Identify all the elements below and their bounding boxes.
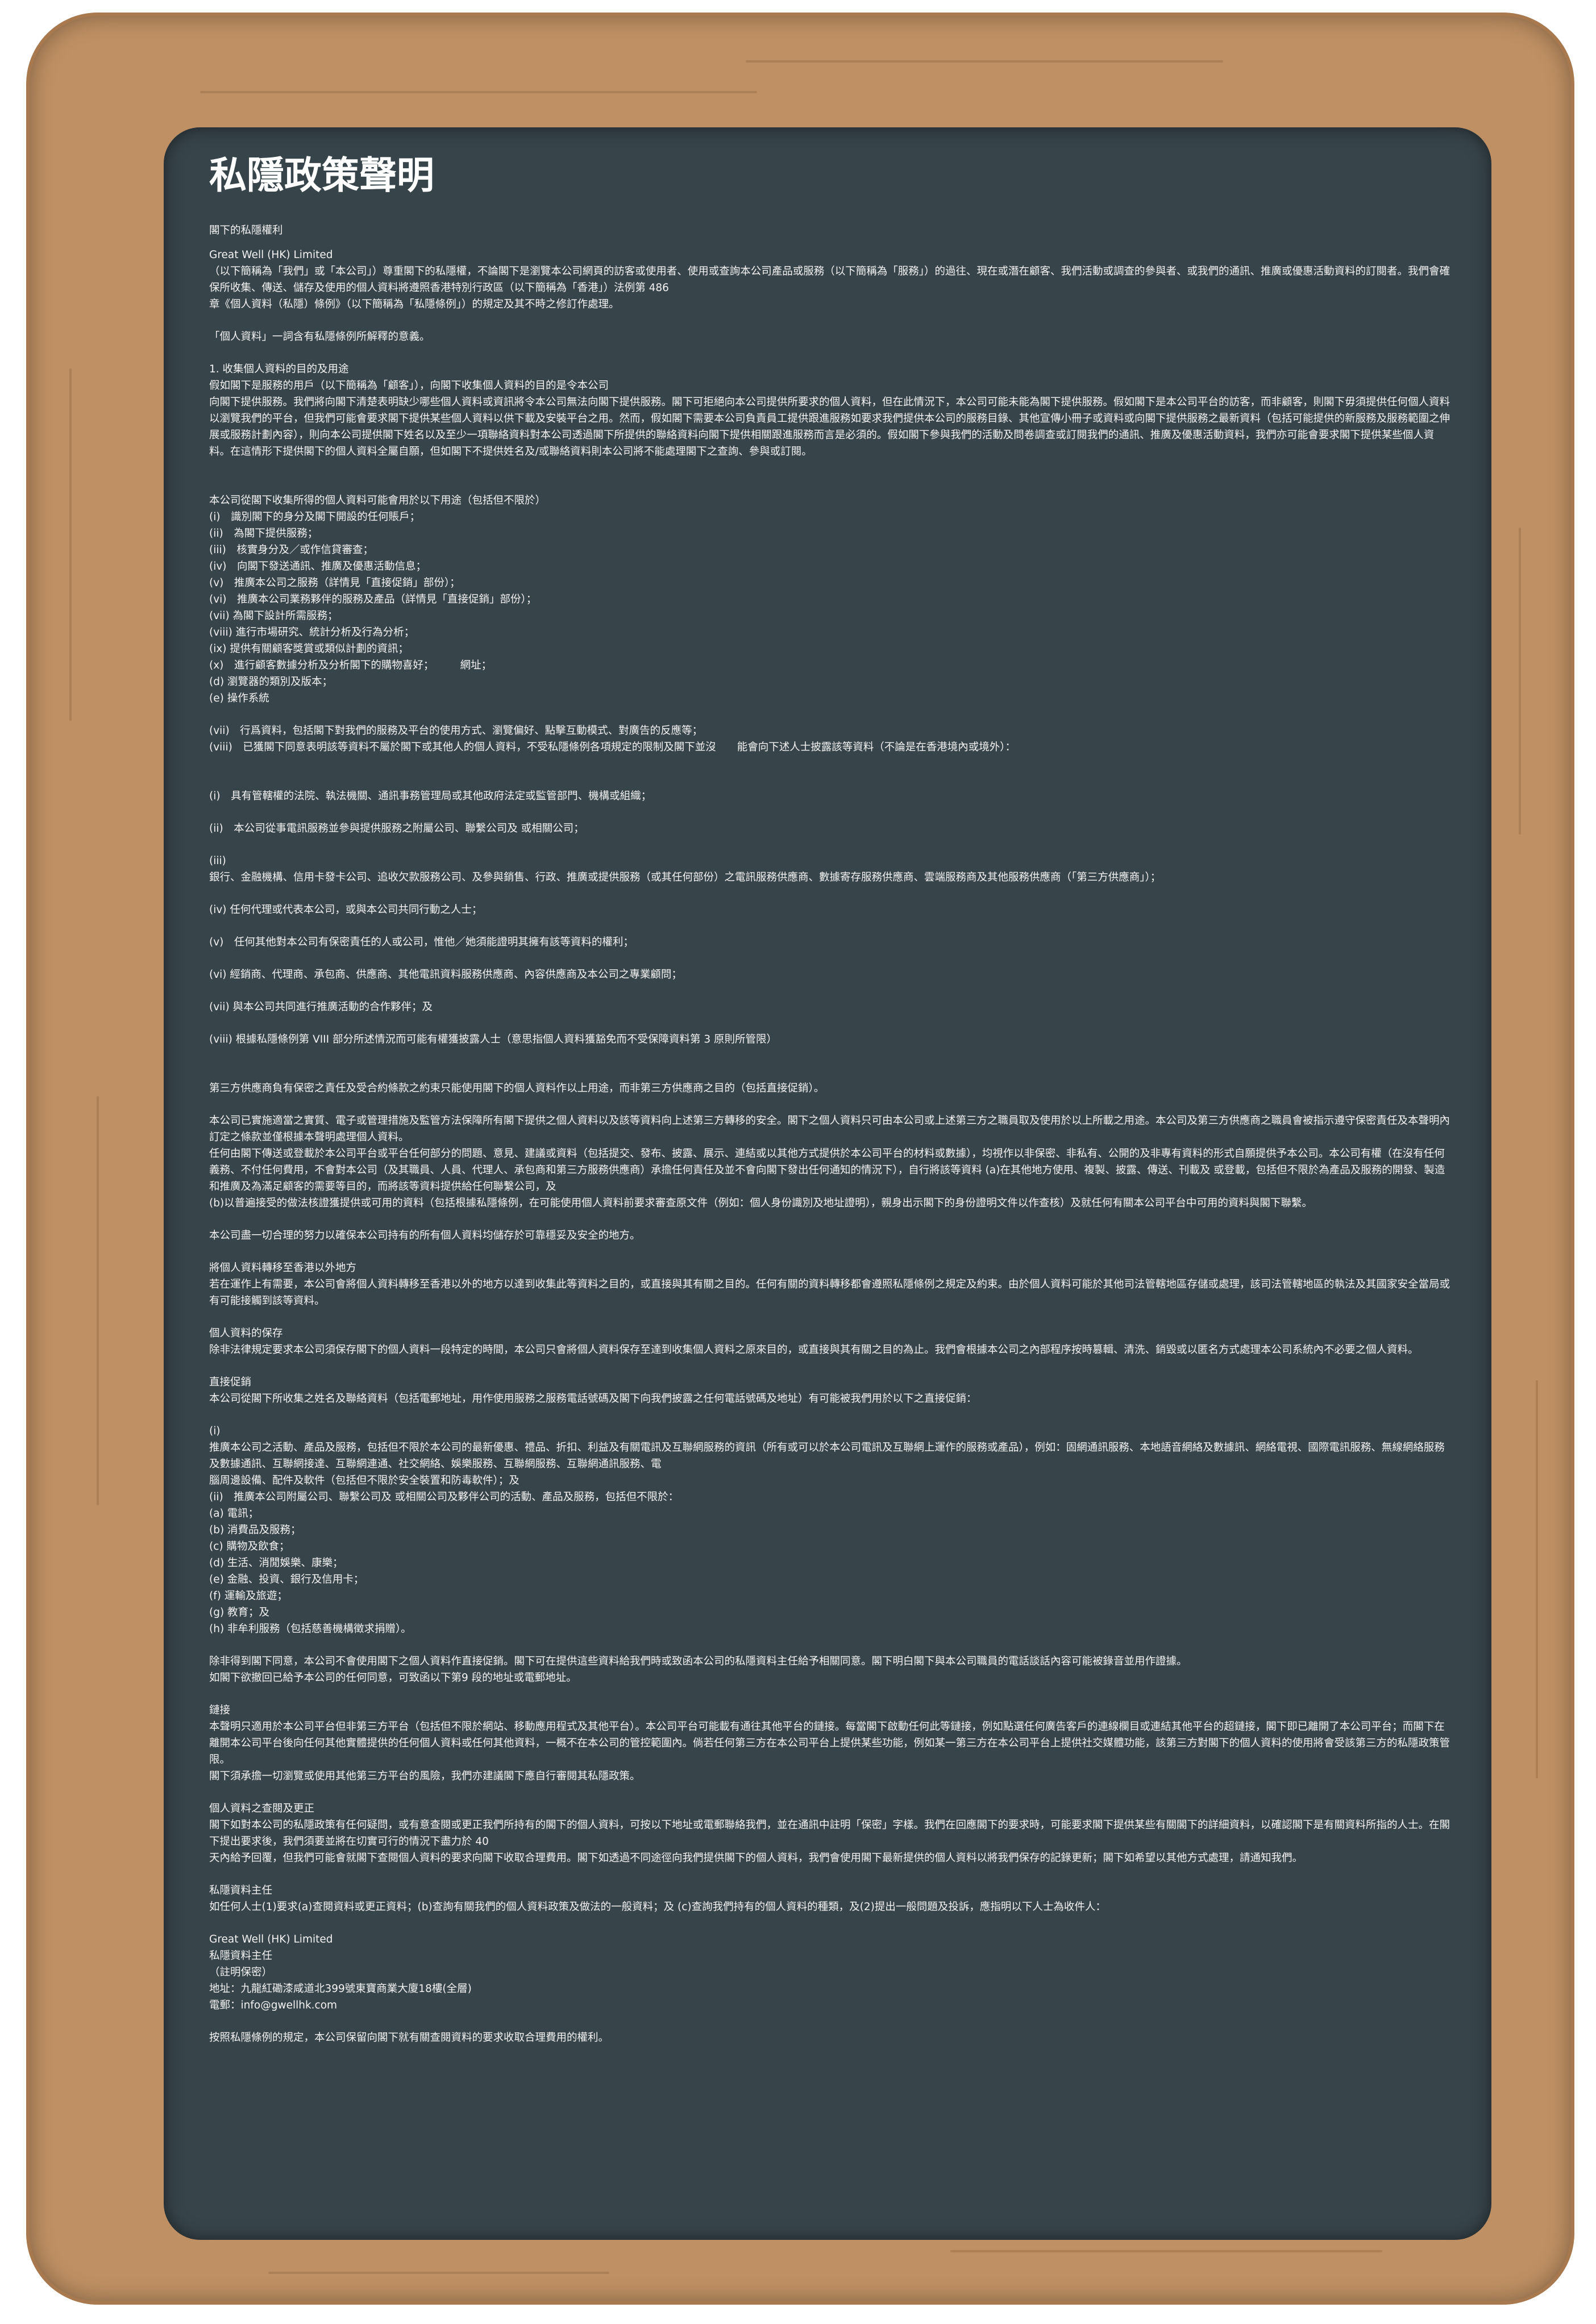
paragraph: 直接促銷 本公司從閣下所收集之姓名及聯絡資料（包括電郵地址，用作使用服務之服務電…: [209, 1376, 977, 1405]
paragraph: (v) 任何其他對本公司有保密責任的人或公司，惟他／她須能證明其擁有該等資料的權…: [209, 936, 634, 948]
policy-content: 私隱政策聲明 閣下的私隱權利 Great Well (HK) Limited （…: [209, 152, 1453, 2062]
paragraph: (vii) 行爲資料，包括閣下對我們的服務及平台的使用方式、瀏覽偏好、點擊互動模…: [209, 724, 1016, 753]
paragraph: (i) 具有管轄權的法院、執法機關、通訊事務管理局或其他政府法定或監管部門、機構…: [209, 790, 652, 802]
paragraph: (iv) 任何代理或代表本公司，或與本公司共同行動之人士；: [209, 903, 483, 916]
paragraph: 閣下的私隱權利: [209, 224, 283, 236]
paragraph: 按照私隱條例的規定，本公司保留向閣下就有關查閱資料的要求收取合理費用的權利。: [209, 2031, 609, 2044]
paragraph: 「個人資料」一詞含有私隱條例所解釋的意義。: [209, 330, 430, 343]
paragraph: (vii) 與本公司共同進行推廣活動的合作夥伴；及: [209, 1001, 433, 1013]
paragraph: Great Well (HK) Limited 私隱資料主任 （註明保密） 地址…: [209, 1933, 472, 2011]
paragraph: (ii) 本公司從事電訊服務並參與提供服務之附屬公司、聯繫公司及 或相關公司；: [209, 822, 584, 835]
paragraph: 鏈接 本聲明只適用於本公司平台但非第三方平台（包括但不限於網站、移動應用程式及其…: [209, 1704, 1450, 1782]
paragraph: (viii) 根據私隱條例第 VIII 部分所述情況而可能有權獲披露人士（意思指…: [209, 1033, 778, 1045]
paragraph: (iii) 銀行、金融機構、信用卡發卡公司、追收欠款服務公司、及參與銷售、行政、…: [209, 854, 1161, 883]
wooden-frame: 私隱政策聲明 閣下的私隱權利 Great Well (HK) Limited （…: [30, 16, 1571, 2301]
paragraph: 個人資料的保存 除非法律規定要求本公司須保存閣下的個人資料一段特定的時間，本公司…: [209, 1327, 1419, 1356]
paragraph: (vi) 經銷商、代理商、承包商、供應商、其他電訊資料服務供應商、內容供應商及本…: [209, 968, 682, 981]
paragraph: 1. 收集個人資料的目的及用途 假如閣下是服務的用戶（以下簡稱為「顧客」），向閣…: [209, 363, 1450, 458]
paragraph: 將個人資料轉移至香港以外地方 若在運作上有需要，本公司會將個人資料轉移至香港以外…: [209, 1261, 1450, 1307]
paragraph: 個人資料之查閱及更正 閣下如對本公司的私隱政策有任何疑問，或有意查閱或更正我們所…: [209, 1802, 1450, 1864]
paragraph: 私隱資料主任 如任何人士(1)要求(a)查閱資料或更正資料；(b)查詢有關我們的…: [209, 1884, 1106, 1913]
paragraph: 本公司盡一切合理的努力以確保本公司持有的所有個人資料均儲存於可靠穩妥及安全的地方…: [209, 1229, 641, 1242]
paragraph: Great Well (HK) Limited （以下簡稱為「我們」或「本公司」…: [209, 248, 1450, 310]
paragraph: 除非得到閣下同意，本公司不會使用閣下之個人資料作直接促銷。閣下可在提供這些資料給…: [209, 1655, 1187, 1684]
paragraph: 第三方供應商負有保密之責任及受合約條款之約束只能使用閣下的個人資料作以上用途，而…: [209, 1082, 825, 1094]
page-title: 私隱政策聲明: [209, 153, 434, 197]
chalkboard: 私隱政策聲明 閣下的私隱權利 Great Well (HK) Limited （…: [164, 127, 1491, 2240]
paragraph: 本公司從閣下收集所得的個人資料可能會用於以下用途（包括但不限於） (i) 識別閣…: [209, 494, 546, 704]
paragraph: 本公司已實施適當之實質、電子或管理措施及監管方法保障所有閣下提供之個人資料以及該…: [209, 1114, 1450, 1209]
paragraph: (i) 推廣本公司之活動、產品及服務，包括但不限於本公司的最新優惠、禮品、折扣、…: [209, 1425, 1445, 1635]
